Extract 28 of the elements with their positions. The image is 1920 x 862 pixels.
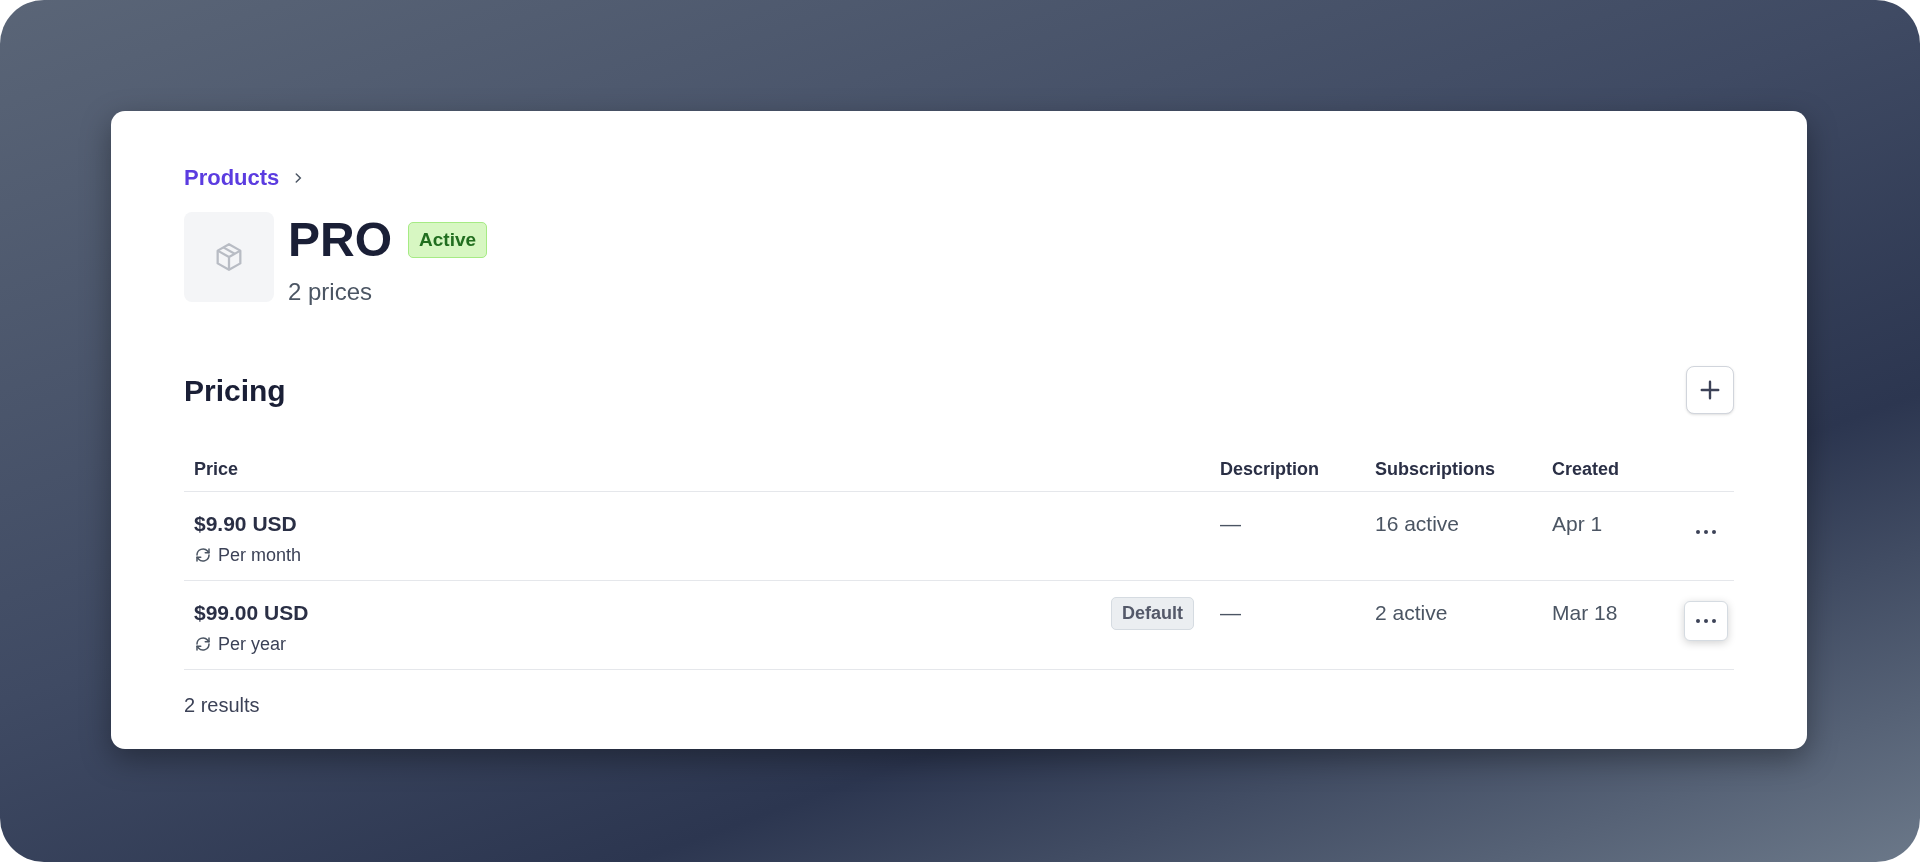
billing-interval: Per month xyxy=(218,543,302,567)
price-amount: $9.90 USD xyxy=(194,511,298,537)
billing-interval: Per year xyxy=(218,632,287,656)
created-cell-text: Mar 18 xyxy=(1552,600,1618,626)
status-badge: Active xyxy=(408,221,488,259)
description-cell-text: — xyxy=(1220,511,1242,537)
description-cell-text: — xyxy=(1220,600,1242,626)
ellipsis-icon xyxy=(1696,619,1716,623)
results-count: 2 results xyxy=(184,694,260,716)
subscriptions-cell-text: 2 active xyxy=(1375,600,1449,626)
column-header: Price xyxy=(193,458,240,481)
created-cell-text: Apr 1 xyxy=(1552,511,1603,537)
default-badge: Default xyxy=(1111,597,1194,630)
plus-icon xyxy=(1699,379,1721,401)
product-name: PRO xyxy=(288,212,392,268)
more-button[interactable] xyxy=(1684,601,1728,641)
ellipsis-icon xyxy=(1696,530,1716,534)
column-header: Created xyxy=(1552,458,1621,481)
section-title: Pricing xyxy=(184,372,286,409)
price-amount: $99.00 USD xyxy=(194,600,309,626)
subscriptions-cell-text: 16 active xyxy=(1375,511,1461,537)
price-count: 2 prices xyxy=(288,277,374,307)
repeat-icon xyxy=(194,635,212,653)
repeat-icon xyxy=(194,546,212,564)
breadcrumb-link[interactable]: Products xyxy=(184,161,280,194)
column-header: Description xyxy=(1220,458,1321,481)
add-button[interactable] xyxy=(1686,366,1734,414)
column-header: Subscriptions xyxy=(1375,458,1496,481)
